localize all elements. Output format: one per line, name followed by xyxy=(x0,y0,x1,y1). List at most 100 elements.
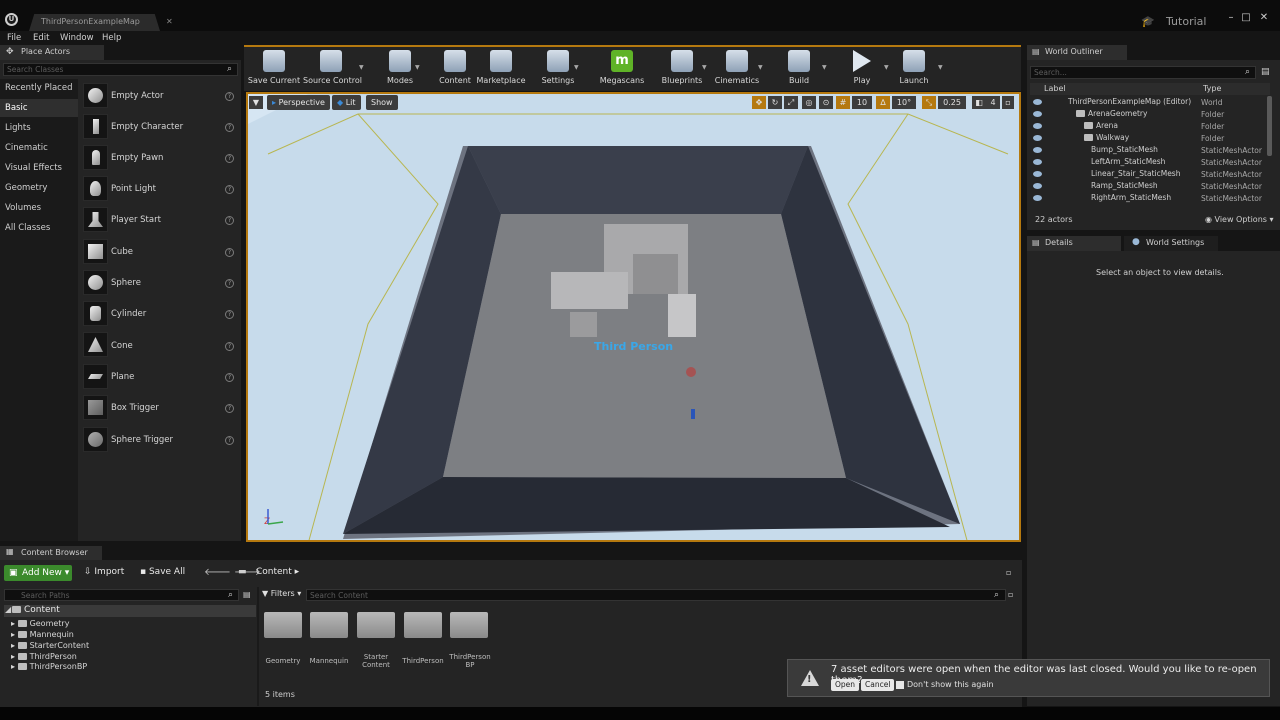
chevron-right-icon[interactable]: ▸ xyxy=(292,567,300,577)
chevron-down-icon[interactable]: ▼ xyxy=(702,64,707,71)
camera-speed-icon[interactable]: ◧ xyxy=(972,96,986,109)
player-start-icon[interactable] xyxy=(83,207,108,232)
asset-folder-mannequin[interactable] xyxy=(310,612,348,638)
empty-pawn-icon[interactable] xyxy=(83,145,108,170)
plane-icon[interactable] xyxy=(83,364,108,389)
actor-item-point-light[interactable]: Point Light xyxy=(111,184,156,194)
actor-item-empty-character[interactable]: Empty Character xyxy=(111,122,183,132)
chevron-down-icon[interactable]: ▼ xyxy=(574,64,579,71)
translate-icon[interactable]: ✥ xyxy=(752,96,766,109)
actor-item-box-trigger[interactable]: Box Trigger xyxy=(111,403,159,413)
add-new-button[interactable]: ▣ Add New ▾ xyxy=(4,565,72,581)
cone-icon[interactable] xyxy=(83,332,108,357)
dont-show-checkbox[interactable] xyxy=(896,681,904,689)
empty-character-icon[interactable] xyxy=(83,114,108,139)
unreal-logo-icon[interactable]: U xyxy=(5,13,18,26)
marketplace-button[interactable]: Marketplace xyxy=(473,48,529,88)
tab-details[interactable]: ▤ Details xyxy=(1027,236,1121,251)
rotation-snap-icon[interactable]: ∆ xyxy=(876,96,890,109)
chevron-down-icon[interactable]: ▼ xyxy=(415,64,420,71)
menu-help[interactable]: Help xyxy=(102,33,121,43)
scale-icon[interactable]: ⤢ xyxy=(784,96,798,109)
asset-folder-starter-content[interactable] xyxy=(357,612,395,638)
filters-dropdown[interactable]: ▼ Filters ▾ xyxy=(262,589,301,598)
help-icon[interactable]: ? xyxy=(225,404,234,413)
category-volumes[interactable]: Volumes xyxy=(0,199,78,217)
actor-item-empty-actor[interactable]: Empty Actor xyxy=(111,91,163,101)
back-arrow-icon[interactable]: 🡐 xyxy=(204,567,231,578)
help-icon[interactable]: ? xyxy=(225,185,234,194)
chevron-down-icon[interactable]: ▼ xyxy=(758,64,763,71)
graduation-cap-icon[interactable]: 🎓 xyxy=(1141,15,1155,28)
rotate-icon[interactable]: ↻ xyxy=(768,96,782,109)
help-icon[interactable]: ? xyxy=(225,216,234,225)
view-options-button[interactable]: ◉ View Options ▾ xyxy=(1205,215,1274,224)
tree-item[interactable]: ▸ StarterContent xyxy=(11,641,89,650)
asset-folder-thirdperson[interactable] xyxy=(404,612,442,638)
show-dropdown[interactable]: Show xyxy=(366,95,398,110)
scale-snap-icon[interactable]: ⤡ xyxy=(922,96,936,109)
actor-item-empty-pawn[interactable]: Empty Pawn xyxy=(111,153,163,163)
lit-dropdown[interactable]: ◆ Lit xyxy=(332,95,361,110)
point-light-icon[interactable] xyxy=(83,176,108,201)
maximize-icon[interactable]: □ xyxy=(1241,13,1251,23)
source-control-button[interactable]: Source Control xyxy=(303,48,362,88)
menu-edit[interactable]: Edit xyxy=(33,33,49,43)
asset-folder-thirdperson-bp[interactable] xyxy=(450,612,488,638)
search-paths-input[interactable]: Search Paths xyxy=(4,589,239,601)
tree-item[interactable]: ▸ ThirdPerson xyxy=(11,652,77,661)
minimize-icon[interactable]: – xyxy=(1226,13,1236,23)
camera-speed-value[interactable]: 4 xyxy=(986,96,1000,109)
level-tab[interactable]: ThirdPersonExampleMap xyxy=(29,14,160,31)
path-options-icon[interactable]: ▤ xyxy=(243,590,251,599)
maximize-viewport-icon[interactable]: ▫ xyxy=(1002,96,1014,109)
save-search-icon[interactable]: ▫ xyxy=(1008,590,1013,599)
cylinder-icon[interactable] xyxy=(83,301,108,326)
level-viewport[interactable]: Z xyxy=(246,92,1021,542)
tab-world-outliner[interactable]: ▤ World Outliner xyxy=(1027,45,1127,60)
close-icon[interactable]: ✕ xyxy=(166,17,173,26)
cancel-button[interactable]: Cancel xyxy=(861,679,895,691)
help-icon[interactable]: ? xyxy=(225,279,234,288)
actor-item-plane[interactable]: Plane xyxy=(111,372,134,382)
actor-item-player-start[interactable]: Player Start xyxy=(111,215,161,225)
help-icon[interactable]: ? xyxy=(225,373,234,382)
cube-icon[interactable] xyxy=(83,239,108,264)
help-icon[interactable]: ? xyxy=(225,436,234,445)
open-button[interactable]: Open xyxy=(831,679,860,691)
category-all-classes[interactable]: All Classes xyxy=(0,219,78,237)
search-content-input[interactable]: Search Content xyxy=(306,589,1006,601)
category-lights[interactable]: Lights xyxy=(0,119,78,137)
help-icon[interactable]: ? xyxy=(225,310,234,319)
sphere-trigger-icon[interactable] xyxy=(83,427,108,452)
actor-item-sphere-trigger[interactable]: Sphere Trigger xyxy=(111,435,173,445)
help-icon[interactable]: ? xyxy=(225,342,234,351)
tree-item[interactable]: ▸ Mannequin xyxy=(11,630,74,639)
panel-splitter[interactable] xyxy=(257,587,259,706)
grid-snap-value[interactable]: 10 xyxy=(852,96,872,109)
cinematics-button[interactable]: Cinematics xyxy=(709,48,765,88)
scale-snap-value[interactable]: 0.25 xyxy=(938,96,966,109)
help-icon[interactable]: ? xyxy=(225,123,234,132)
outliner-row[interactable]: Walkway xyxy=(1030,132,1265,144)
outliner-row[interactable]: Arena xyxy=(1030,120,1265,132)
help-icon[interactable]: ? xyxy=(225,92,234,101)
menu-window[interactable]: Window xyxy=(60,33,94,43)
tutorial-link[interactable]: Tutorial xyxy=(1166,15,1206,28)
actor-item-cylinder[interactable]: Cylinder xyxy=(111,309,146,319)
category-visual-effects[interactable]: Visual Effects xyxy=(0,159,78,177)
chevron-down-icon[interactable]: ▼ xyxy=(938,64,943,71)
tree-root-label[interactable]: Content xyxy=(12,605,60,615)
actor-item-cube[interactable]: Cube xyxy=(111,247,133,257)
menu-file[interactable]: File xyxy=(7,33,21,43)
category-recently-placed[interactable]: Recently Placed xyxy=(0,79,78,97)
tree-item[interactable]: ▸ Geometry xyxy=(11,619,69,628)
viewport-options-dropdown[interactable]: ▼ xyxy=(249,96,263,109)
lock-icon[interactable]: ▫ xyxy=(1006,568,1011,577)
tab-world-settings[interactable]: ● World Settings xyxy=(1124,236,1218,251)
history-nav[interactable]: 🡐 🡒 xyxy=(204,566,261,578)
save-current-button[interactable]: Save Current xyxy=(246,48,302,88)
search-classes-input[interactable]: Search Classes xyxy=(3,63,238,76)
breadcrumb-item[interactable]: Content xyxy=(256,567,292,577)
play-button[interactable]: Play xyxy=(834,48,890,88)
